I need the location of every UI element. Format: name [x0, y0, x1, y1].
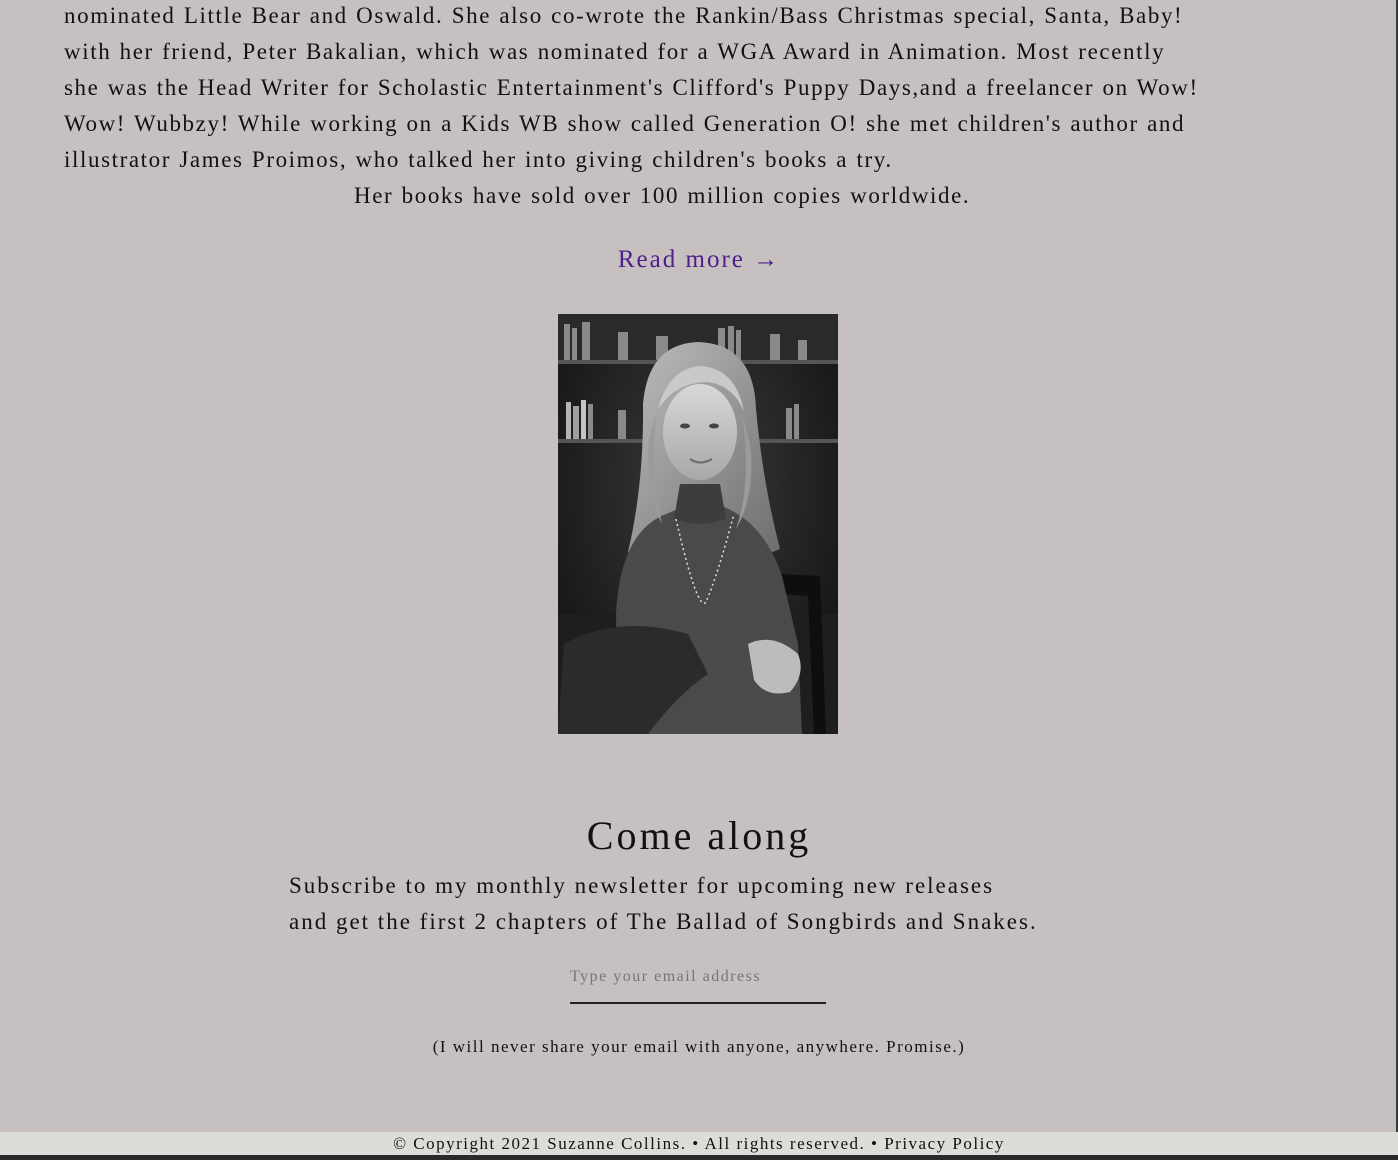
- bio-line: Wow! Wubbzy! While working on a Kids WB …: [64, 111, 1186, 136]
- author-bio: nominated Little Bear and Oswald. She al…: [64, 0, 1354, 214]
- read-more-link[interactable]: Read more →: [0, 246, 1398, 274]
- bio-line: she was the Head Writer for Scholastic E…: [64, 75, 1199, 100]
- newsletter-line: and get the first 2 chapters of The Ball…: [289, 909, 1038, 934]
- newsletter-heading: Come along: [586, 813, 812, 858]
- author-photo: [558, 314, 838, 734]
- bottom-border: [0, 1155, 1398, 1160]
- newsletter-description: Subscribe to my monthly newsletter for u…: [289, 868, 1038, 940]
- sales-line: Her books have sold over 100 million cop…: [354, 183, 971, 208]
- bio-line: illustrator James Proimos, who talked he…: [64, 147, 893, 172]
- bio-line: with her friend, Peter Bakalian, which w…: [64, 39, 1166, 64]
- copyright-text: © Copyright 2021 Suzanne Collins. • All …: [393, 1134, 879, 1153]
- email-input[interactable]: [570, 952, 826, 1004]
- footer: © Copyright 2021 Suzanne Collins. • All …: [0, 1132, 1398, 1155]
- privacy-promise: (I will never share your email with anyo…: [432, 1037, 966, 1056]
- newsletter-line: Subscribe to my monthly newsletter for u…: [289, 873, 995, 898]
- privacy-policy-link[interactable]: Privacy Policy: [884, 1134, 1005, 1153]
- bio-line: nominated Little Bear and Oswald. She al…: [64, 3, 1184, 28]
